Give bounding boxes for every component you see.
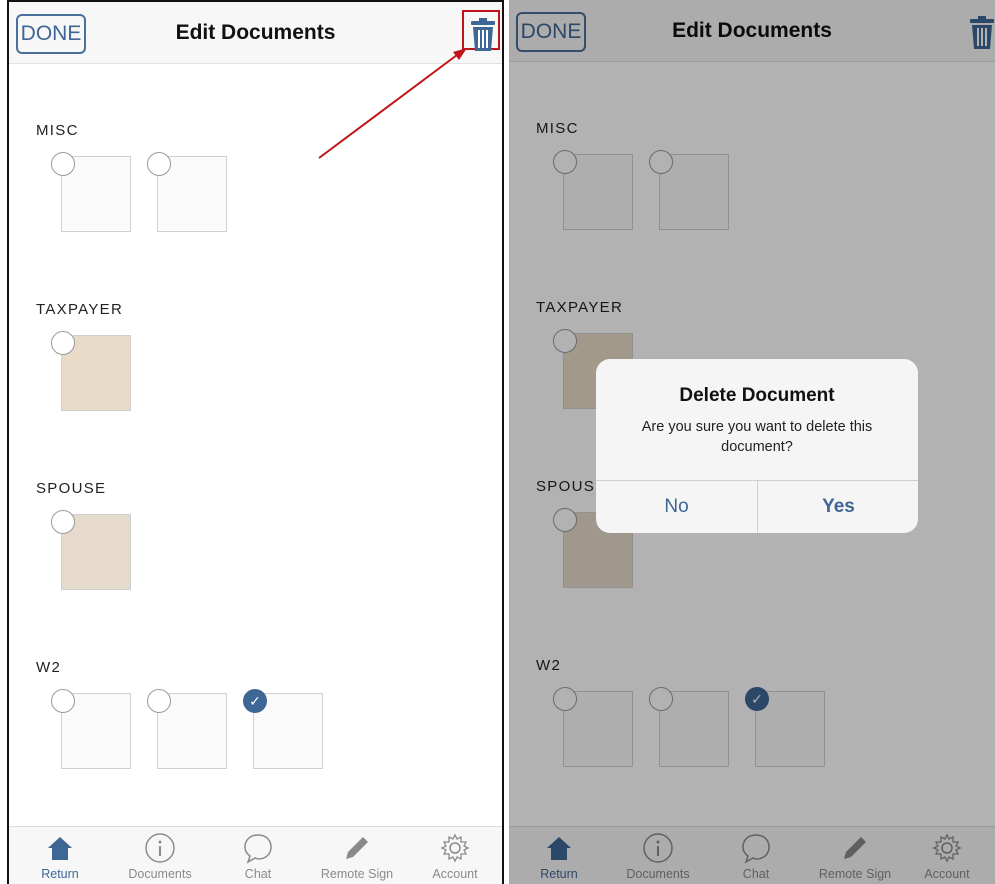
tab-account[interactable]: Account [407, 829, 502, 881]
section-label-w2: W2 [36, 659, 62, 676]
dialog-message: Are you sure you want to delete this doc… [641, 419, 873, 455]
info-icon [145, 833, 175, 863]
tab-bar: Return Documents Chat Remote Sign Accoun… [9, 826, 502, 884]
tab-label: Documents [128, 867, 192, 881]
annotation-arrow [318, 48, 467, 159]
tab-chat[interactable]: Chat [210, 829, 306, 881]
delete-dialog: Delete Document Are you sure you want to… [596, 359, 918, 533]
document-thumbnail[interactable]: ✓ [243, 689, 325, 771]
dialog-title: Delete Document [679, 385, 835, 406]
select-radio[interactable] [51, 331, 75, 355]
select-radio[interactable] [51, 510, 75, 534]
yes-button[interactable]: Yes [758, 480, 918, 533]
gear-icon [440, 833, 470, 863]
tab-documents[interactable]: Documents [112, 829, 208, 881]
tab-label: Remote Sign [320, 867, 394, 881]
document-thumbnail[interactable] [51, 510, 133, 592]
document-thumbnail[interactable] [51, 331, 133, 413]
tab-label: Chat [244, 867, 272, 881]
delete-confirmation-screen: DONE Edit Documents MISC TAXPAYER SPOUSE… [509, 0, 995, 884]
section-label-spouse: SPOUSE [36, 480, 107, 497]
section-label-taxpayer: TAXPAYER [36, 301, 124, 318]
tab-label: Account [432, 867, 478, 881]
pencil-icon [346, 837, 368, 859]
select-radio[interactable] [51, 689, 75, 713]
edit-documents-screen: DONE Edit Documents MISC TAXPAYER SPOUSE… [7, 0, 504, 884]
document-thumbnail[interactable] [147, 689, 229, 771]
chat-bubble-icon [244, 834, 272, 864]
tab-return[interactable]: Return [12, 829, 108, 881]
no-button[interactable]: No [596, 480, 757, 533]
tab-remote-sign[interactable]: Remote Sign [309, 829, 405, 881]
check-icon[interactable]: ✓ [243, 689, 267, 713]
document-thumbnail[interactable] [51, 689, 133, 771]
select-radio[interactable] [147, 689, 171, 713]
home-icon [48, 837, 72, 860]
tab-label: Return [41, 867, 79, 881]
